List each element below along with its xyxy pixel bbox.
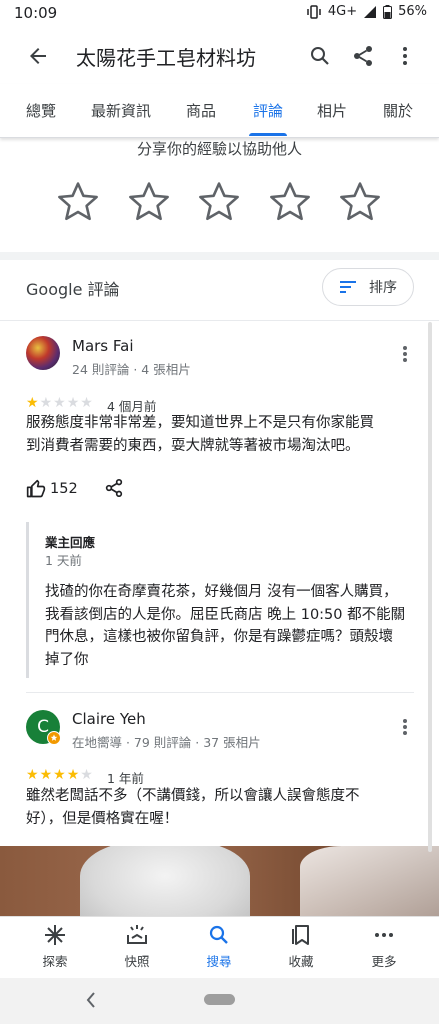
nav-more[interactable]: 更多 xyxy=(354,923,414,970)
rate-star-3-icon[interactable] xyxy=(195,178,243,226)
status-icons: 4G+ 56% xyxy=(306,4,427,19)
star-empty-icon: ★ xyxy=(66,395,80,411)
vibrate-icon xyxy=(307,4,321,19)
review-text-line: 到消費者需要的東西，耍大牌就等著被市場淘汰吧。 xyxy=(26,438,360,454)
star-empty-icon: ★ xyxy=(80,767,93,783)
tab-products[interactable]: 商品 xyxy=(186,100,216,121)
photo-bag xyxy=(300,846,439,916)
system-navigation-bar xyxy=(0,978,439,1024)
star-filled-icon: ★ xyxy=(39,767,53,783)
review-text: 雖然老闆話不多（不講價錢，所以會讓人誤會態度不 好），但是價格實在喔！ xyxy=(26,785,360,831)
rating-stars: ★ ★ ★ ★ ★ xyxy=(26,768,93,782)
reviewer-name[interactable]: Claire Yeh xyxy=(72,710,146,728)
network-type: 4G+ xyxy=(327,4,358,19)
sort-icon xyxy=(340,281,356,293)
nav-label: 更多 xyxy=(371,954,397,969)
owner-reply-time: 1 天前 xyxy=(45,553,82,568)
rate-star-5-icon[interactable] xyxy=(336,178,384,226)
star-empty-icon: ★ xyxy=(39,395,53,411)
rate-star-4-icon[interactable] xyxy=(266,178,314,226)
nav-search[interactable]: 搜尋 xyxy=(189,923,249,970)
nav-label: 快照 xyxy=(124,954,150,969)
reply-text-line: 掉了你 xyxy=(45,651,89,668)
sort-label: 排序 xyxy=(369,280,397,296)
review-text-line: 服務態度非常非常差，要知道世界上不是只有你家能買 xyxy=(26,415,374,431)
nav-saved[interactable]: 收藏 xyxy=(271,923,331,970)
more-vert-icon[interactable] xyxy=(402,345,408,363)
tab-reviews[interactable]: 評論 xyxy=(253,100,283,121)
tab-bar: 總覽 最新資訊 商品 評論 相片 關於 xyxy=(0,84,439,138)
reviews-title: Google 評論 xyxy=(26,280,120,299)
battery-icon xyxy=(383,4,393,19)
back-arrow-icon[interactable] xyxy=(26,44,50,68)
review-text-line: 好），但是價格實在喔！ xyxy=(26,811,179,827)
sort-button[interactable]: 排序 xyxy=(322,268,414,306)
section-divider xyxy=(0,252,439,260)
star-filled-icon: ★ xyxy=(66,767,80,783)
rate-star-1-icon[interactable] xyxy=(54,178,102,226)
star-filled-icon: ★ xyxy=(26,395,39,411)
review-text-line: 雖然老闆話不多（不講價錢，所以會讓人誤會態度不 xyxy=(26,788,360,804)
nav-explore[interactable]: 探索 xyxy=(25,923,85,970)
bottom-navigation: 探索 快照 搜尋 收藏 更多 xyxy=(0,916,439,978)
app-bar: 太陽花手工皂材料坊 xyxy=(0,28,439,84)
reply-text-line: 門休息，這樣也被你留負評，你是有躁鬱症嗎？頭殼壞 xyxy=(45,629,393,645)
nav-snapshot[interactable]: 快照 xyxy=(107,923,167,970)
rating-stars: ★ ★ ★ ★ ★ xyxy=(26,396,93,410)
page-title: 太陽花手工皂材料坊 xyxy=(76,46,256,70)
local-guide-badge-icon xyxy=(47,731,61,745)
nav-label: 搜尋 xyxy=(206,954,232,969)
like-count: 152 xyxy=(50,481,78,497)
star-filled-icon: ★ xyxy=(53,767,66,783)
home-pill[interactable] xyxy=(204,994,235,1005)
owner-reply-header: 業主回應 xyxy=(45,535,96,550)
review-photo[interactable] xyxy=(0,846,439,916)
more-vert-icon[interactable] xyxy=(402,718,408,736)
search-icon xyxy=(209,925,228,944)
active-tab-indicator xyxy=(249,133,287,136)
snapshot-icon xyxy=(127,925,147,944)
explore-icon xyxy=(45,925,65,945)
reviewer-meta: 在地嚮導 · 79 則評論 · 37 張相片 xyxy=(72,735,261,750)
signal-icon xyxy=(364,5,377,18)
photo-bottle xyxy=(80,846,250,916)
reply-text-line: 找碴的你在奇摩賣花茶，好幾個月 沒有一個客人購買， xyxy=(45,584,398,600)
nav-label: 探索 xyxy=(42,954,68,969)
status-time: 10:09 xyxy=(14,4,58,22)
star-filled-icon: ★ xyxy=(26,767,39,783)
tab-updates[interactable]: 最新資訊 xyxy=(91,100,151,121)
star-empty-icon: ★ xyxy=(80,395,93,411)
search-icon[interactable] xyxy=(308,44,332,68)
reviewer-meta: 24 則評論 · 4 張相片 xyxy=(72,362,191,377)
tab-photos[interactable]: 相片 xyxy=(317,100,347,121)
tab-about[interactable]: 關於 xyxy=(383,100,413,121)
share-icon[interactable] xyxy=(351,44,375,68)
battery-level: 56% xyxy=(398,4,427,19)
rate-prompt: 分享你的經驗以協助他人 xyxy=(136,140,302,158)
review-divider xyxy=(26,692,414,693)
more-vert-icon[interactable] xyxy=(393,44,417,68)
rate-star-2-icon[interactable] xyxy=(125,178,173,226)
reviewer-name[interactable]: Mars Fai xyxy=(72,337,134,355)
nav-label: 收藏 xyxy=(288,954,314,969)
status-bar: 10:09 4G+ 56% xyxy=(0,0,439,28)
star-empty-icon: ★ xyxy=(53,395,66,411)
share-icon[interactable] xyxy=(104,478,124,498)
more-horiz-icon xyxy=(375,933,393,937)
owner-reply-text: 找碴的你在奇摩賣花茶，好幾個月 沒有一個客人購買， 我看該倒店的人是你。屈臣氏商… xyxy=(45,581,405,671)
tab-overview[interactable]: 總覽 xyxy=(26,100,56,121)
bookmark-icon xyxy=(292,925,309,945)
reply-text-line: 我看該倒店的人是你。屈臣氏商店 晚上 10:50 都不能關 xyxy=(45,606,406,623)
review-text: 服務態度非常非常差，要知道世界上不是只有你家能買 到消費者需要的東西，耍大牌就等… xyxy=(26,412,374,458)
header-divider xyxy=(0,320,439,321)
owner-reply-bar xyxy=(26,522,29,678)
system-back-icon[interactable] xyxy=(84,990,98,1010)
avatar[interactable] xyxy=(26,336,60,370)
thumb-up-icon[interactable] xyxy=(26,479,46,499)
scrollbar[interactable] xyxy=(428,322,432,852)
